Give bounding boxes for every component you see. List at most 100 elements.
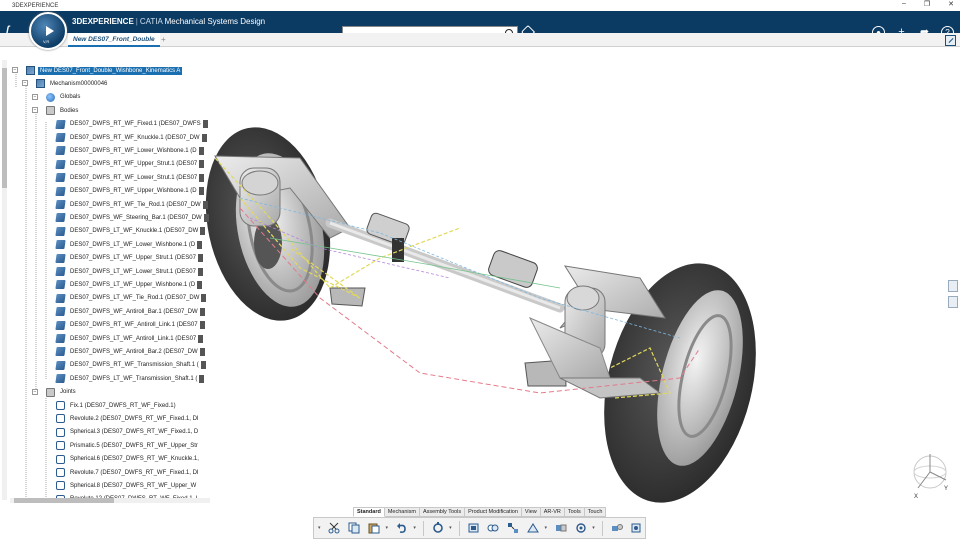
tree-root[interactable]: New DES07_Front_Double_Wishbone_Kinemati…: [26, 64, 183, 77]
brand: 3DEXPERIENCE | CATIA Mechanical Systems De…: [72, 17, 265, 26]
tree-body-item[interactable]: DES07_DWFS_RT_WF_Antiroll_Link.1 (DES07: [55, 319, 205, 332]
specification-tree: − New DES07_Front_Double_Wishbone_Kinemat…: [0, 60, 210, 500]
assembly-icon[interactable]: [485, 520, 502, 537]
tree-joint-item[interactable]: Prismatic.5 (DES07_DWFS_RT_WF_Upper_Str: [56, 439, 200, 452]
side-panel-info-icon[interactable]: [948, 296, 958, 308]
tree-body-item[interactable]: DES07_DWFS_LT_WF_Upper_Wishbone.1 (D: [55, 278, 203, 291]
window-title-bar: 3DEXPERIENCE – ❐ ✕: [0, 0, 960, 11]
cut-icon[interactable]: [326, 520, 343, 537]
tree-scrollbar-h-thumb[interactable]: [14, 498, 114, 503]
joint-icon: [56, 468, 65, 477]
play-icon: [46, 26, 54, 36]
tree-joint-item[interactable]: Revolute.2 (DES07_DWFS_RT_WF_Fixed.1, DI: [56, 412, 201, 425]
tree-body-item[interactable]: DES07_DWFS_LT_WF_Knuckle.1 (DES07_DW: [55, 225, 206, 238]
tree-body-item[interactable]: DES07_DWFS_RT_WF_Upper_Wishbone.1 (D: [55, 185, 204, 198]
action-tab-tools[interactable]: Tools: [564, 507, 585, 517]
tree-body-item[interactable]: DES07_DWFS_RT_WF_Lower_Strut.1 (DES07: [55, 171, 205, 184]
action-tab-product-modification[interactable]: Product Modification: [465, 507, 522, 517]
tree-body-item[interactable]: DES07_DWFS_LT_WF_Upper_Strut.1 (DES07: [55, 252, 203, 265]
part-icon: [55, 133, 66, 142]
tree-body-item[interactable]: DES07_DWFS_RT_WF_Transmission_Shaft.1 (: [55, 359, 206, 372]
tree-joint-item[interactable]: Spherical.8 (DES07_DWFS_RT_WF_Upper_W: [56, 479, 199, 492]
action-tab-ar-vr[interactable]: AR-VR: [540, 507, 565, 517]
action-tab-touch[interactable]: Touch: [584, 507, 607, 517]
tab-new-des07[interactable]: New DES07_Front_Double: [68, 33, 160, 47]
tree-body-item[interactable]: DES07_DWFS_WF_Antiroll_Bar.2 (DES07_DW: [55, 345, 205, 358]
tree-body-item-label: DES07_DWFS_LT_WF_Upper_Strut.1 (DES07: [68, 254, 203, 263]
tree-body-item-label: DES07_DWFS_RT_WF_Transmission_Shaft.1 (: [68, 361, 206, 370]
fullscreen-icon[interactable]: [945, 35, 956, 46]
tree-body-item[interactable]: DES07_DWFS_LT_WF_Antiroll_Link.1 (DES07: [55, 332, 204, 345]
tree-body-item-label: DES07_DWFS_RT_WF_Lower_Strut.1 (DES07: [68, 173, 205, 182]
tree-root-label: New DES07_Front_Double_Wishbone_Kinemati…: [38, 66, 183, 75]
action-tab-assembly-tools[interactable]: Assembly Tools: [419, 507, 466, 517]
tree-body-item-label: DES07_DWFS_RT_WF_Tie_Rod.1 (DES07_DW: [68, 200, 208, 209]
axis-triad[interactable]: X Y: [908, 450, 952, 502]
part-icon: [55, 226, 66, 236]
action-bar: ▾ ▾ ▾ ▾ ▾ ▾: [313, 517, 646, 539]
tree-toggle[interactable]: −: [32, 93, 38, 100]
compass-widget[interactable]: V,R: [29, 12, 67, 50]
tree-body-item-label: DES07_DWFS_LT_WF_Upper_Wishbone.1 (D: [68, 280, 203, 289]
tree-body-item-label: DES07_DWFS_RT_WF_Upper_Wishbone.1 (D: [68, 187, 204, 196]
tree-body-item[interactable]: DES07_DWFS_LT_WF_Tie_Rod.1 (DES07_DW: [55, 292, 207, 305]
part-icon: [55, 280, 66, 290]
tree-body-item[interactable]: DES07_DWFS_LT_WF_Lower_Wishbone.1 (D: [55, 238, 203, 251]
tree-globals[interactable]: Globals: [46, 91, 83, 104]
mech-icon: [36, 79, 45, 89]
update-icon[interactable]: [429, 520, 446, 537]
action-bar-expand-icon[interactable]: ▾: [318, 525, 323, 531]
add-tab-icon[interactable]: +: [161, 35, 166, 44]
action-tab-mechanism[interactable]: Mechanism: [384, 507, 420, 517]
mechanism-icon[interactable]: [572, 520, 589, 537]
action-tab-standard[interactable]: Standard: [353, 507, 385, 517]
close-button[interactable]: ✕: [948, 0, 954, 8]
tree-joint-item[interactable]: Fix.1 (DES07_DWFS_RT_WF_Fixed.1): [56, 399, 178, 412]
tree-body-item[interactable]: DES07_DWFS_RT_WF_Lower_Wishbone.1 (D: [55, 144, 204, 157]
snap-icon[interactable]: [525, 520, 542, 537]
tree-joint-item[interactable]: Revolute.7 (DES07_DWFS_RT_WF_Fixed.1, DI: [56, 466, 201, 479]
sensor-icon[interactable]: [628, 520, 645, 537]
restore-button[interactable]: ❐: [924, 0, 930, 8]
tree-toggle[interactable]: −: [12, 67, 18, 73]
engineering-connection-icon[interactable]: [552, 520, 569, 537]
part-icon: [55, 173, 66, 183]
brand-bold: 3DEXPERIENCE: [72, 17, 134, 26]
tree-toggle[interactable]: −: [32, 107, 38, 114]
action-tab-view[interactable]: View: [521, 507, 541, 517]
tree-bodies[interactable]: Bodies: [46, 104, 81, 117]
explode-icon[interactable]: [505, 520, 522, 537]
globe-icon: [46, 92, 55, 102]
tree-mechanism[interactable]: Mechanism00000046: [36, 77, 110, 90]
copy-icon[interactable]: [346, 520, 363, 537]
compass-label: V,R: [43, 39, 50, 44]
joint-icon[interactable]: [608, 520, 625, 537]
tree-joint-item-label: Spherical.8 (DES07_DWFS_RT_WF_Upper_W: [68, 481, 199, 490]
axis-x-label: X: [914, 494, 918, 500]
folder-icon: [46, 106, 55, 116]
paste-icon[interactable]: [366, 520, 383, 537]
tree-body-item[interactable]: DES07_DWFS_WF_Antiroll_Bar.1 (DES07_DW: [55, 305, 205, 318]
part-icon: [55, 240, 66, 250]
joint-icon: [56, 401, 65, 410]
tree-toggle[interactable]: −: [22, 80, 28, 87]
tree-joint-item[interactable]: Spherical.6 (DES07_DWFS_RT_WF_Knuckle.1,: [56, 453, 201, 466]
tree-body-item[interactable]: DES07_DWFS_RT_WF_Fixed.1 (DES07_DWFS: [55, 118, 208, 131]
part-icon: [55, 360, 66, 370]
side-panel-toggle-icon[interactable]: [948, 280, 958, 292]
minimize-button[interactable]: –: [902, 0, 906, 8]
tree-body-item[interactable]: DES07_DWFS_RT_WF_Upper_Strut.1 (DES07: [55, 158, 205, 171]
undo-icon[interactable]: [393, 520, 410, 537]
part-icon: [55, 334, 66, 343]
tree-joint-item[interactable]: Spherical.3 (DES07_DWFS_RT_WF_Fixed.1, D: [56, 426, 201, 439]
tree-body-item[interactable]: DES07_DWFS_LT_WF_Transmission_Shaft.1 (: [55, 372, 205, 385]
tree-body-item[interactable]: DES07_DWFS_WF_Steering_Bar.1 (DES07_DW: [55, 211, 209, 224]
tree-joints[interactable]: Joints: [46, 386, 78, 399]
tree-body-item[interactable]: DES07_DWFS_LT_WF_Lower_Strut.1 (DES07: [55, 265, 203, 278]
part-icon[interactable]: [465, 520, 482, 537]
tree-joints-label: Joints: [58, 388, 78, 397]
tree-body-item[interactable]: DES07_DWFS_RT_WF_Tie_Rod.1 (DES07_DW: [55, 198, 208, 211]
tree-scrollbar-horizontal[interactable]: [10, 498, 210, 503]
tree-body-item[interactable]: DES07_DWFS_RT_WF_Knuckle.1 (DES07_DW: [55, 131, 207, 144]
tree-toggle[interactable]: −: [32, 388, 38, 395]
